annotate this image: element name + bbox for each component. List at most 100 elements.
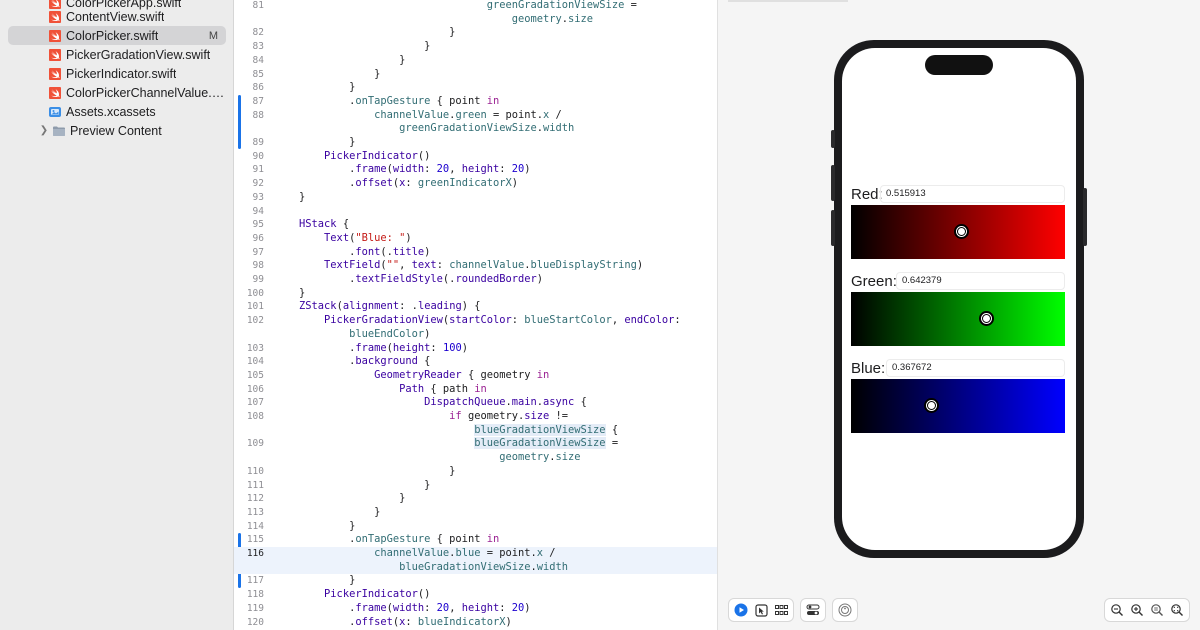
file-item[interactable]: ColorPickerChannelValue.s... xyxy=(8,83,226,102)
code-line[interactable]: 81 greenGradationViewSize = xyxy=(234,0,717,13)
code-line[interactable]: 85 } xyxy=(234,68,717,82)
code-line[interactable]: 88 channelValue.green = point.x / xyxy=(234,109,717,123)
code-line[interactable]: 94 xyxy=(234,205,717,219)
red-value-field[interactable]: 0.515913 xyxy=(880,185,1065,203)
code-line[interactable]: 91 .frame(width: 20, height: 20) xyxy=(234,163,717,177)
code-line[interactable]: 99 .textFieldStyle(.roundedBorder) xyxy=(234,273,717,287)
green-gradation-view[interactable] xyxy=(851,292,1065,346)
file-item[interactable]: PickerIndicator.swift xyxy=(8,64,226,83)
code-line[interactable]: 103 .frame(height: 100) xyxy=(234,341,717,356)
code-line[interactable]: 115 .onTapGesture { point in xyxy=(234,533,717,547)
code-text: } xyxy=(274,26,456,39)
zoom-in-icon[interactable] xyxy=(1129,602,1145,618)
code-line[interactable]: 86 } xyxy=(234,81,717,95)
blue-gradation-view[interactable] xyxy=(851,379,1065,433)
code-text: blueGradationViewSize = xyxy=(474,437,619,450)
code-line[interactable]: 107 DispatchQueue.main.async { xyxy=(234,396,717,410)
code-line[interactable]: 116 channelValue.blue = point.x / xyxy=(234,547,717,561)
code-line[interactable]: greenGradationViewSize.width xyxy=(234,122,717,136)
code-line[interactable]: blueGradationViewSize { xyxy=(234,423,717,438)
code-line[interactable]: geometry.size xyxy=(234,451,717,465)
swift-file-icon xyxy=(48,48,62,62)
code-line[interactable]: 83 } xyxy=(234,40,717,54)
code-line[interactable]: 119 .frame(width: 20, height: 20) xyxy=(234,602,717,616)
disclosure-chevron-icon[interactable]: ❯ xyxy=(36,125,52,136)
code-text: geometry.size xyxy=(499,451,581,464)
code-line[interactable]: 98 TextField("", text: channelValue.blue… xyxy=(234,259,717,273)
green-value-field[interactable]: 0.642379 xyxy=(896,272,1065,290)
line-number: 118 xyxy=(246,589,264,601)
code-line[interactable]: 112 } xyxy=(234,492,717,506)
code-line[interactable]: 108 if geometry.size != xyxy=(234,410,717,424)
file-item[interactable]: ❯ Preview Content xyxy=(8,121,226,140)
swift-file-icon xyxy=(48,29,62,43)
line-number: 97 xyxy=(252,246,264,258)
code-line[interactable]: 96 Text("Blue: ") xyxy=(234,232,717,246)
code-text: ZStack(alignment: .leading) { xyxy=(299,300,481,313)
swift-file-icon xyxy=(48,67,62,81)
code-line[interactable]: 118 PickerIndicator() xyxy=(234,588,717,602)
variants-grid-icon[interactable] xyxy=(773,602,789,618)
code-line[interactable]: 93 } xyxy=(234,191,717,205)
code-line[interactable]: 84 } xyxy=(234,54,717,68)
file-name: ColorPickerChannelValue.s... xyxy=(66,85,226,100)
code-line[interactable]: 117 } xyxy=(234,574,717,588)
code-text: } xyxy=(274,492,406,505)
line-number: 89 xyxy=(252,137,264,148)
red-gradation-view[interactable] xyxy=(851,205,1065,259)
play-icon[interactable] xyxy=(733,602,749,618)
code-line[interactable]: blueEndColor) xyxy=(234,328,717,342)
code-line[interactable]: 95 HStack { xyxy=(234,218,717,232)
code-line[interactable]: blueGradationViewSize.width xyxy=(234,560,717,575)
code-line[interactable]: 90 PickerIndicator() xyxy=(234,150,717,164)
green-picker-indicator[interactable] xyxy=(979,311,994,326)
code-line[interactable]: 101 ZStack(alignment: .leading) { xyxy=(234,300,717,314)
zoom-fit-icon[interactable] xyxy=(1169,602,1185,618)
file-item[interactable]: Assets.xcassets xyxy=(8,102,226,121)
file-item[interactable]: ColorPicker.swift M xyxy=(8,26,226,45)
file-item[interactable]: ContentView.swift xyxy=(8,7,226,26)
blue-value-field[interactable]: 0.367672 xyxy=(886,359,1065,377)
line-number: 84 xyxy=(252,54,264,66)
iphone-preview-frame: Red: 0.515913 Green: 0.642379 Blue: 0.367672 xyxy=(831,40,1087,558)
code-line[interactable]: geometry.size xyxy=(234,13,717,27)
blue-picker-indicator[interactable] xyxy=(924,398,939,413)
code-line[interactable]: 100 } xyxy=(234,287,717,301)
code-line[interactable]: 120 .offset(x: blueIndicatorX) xyxy=(234,616,717,630)
code-line[interactable]: 106 Path { path in xyxy=(234,383,717,397)
code-line[interactable]: 89 } xyxy=(234,136,717,150)
code-line[interactable]: 97 .font(.title) xyxy=(234,246,717,260)
code-text: blueGradationViewSize.width xyxy=(399,560,569,573)
red-picker-indicator[interactable] xyxy=(954,224,969,239)
code-line[interactable]: 104 .background { xyxy=(234,355,717,369)
line-number: 114 xyxy=(246,520,264,532)
code-line[interactable]: 82 } xyxy=(234,26,717,40)
line-number: 106 xyxy=(246,383,264,395)
zoom-out-icon[interactable] xyxy=(1109,602,1125,618)
line-number: 103 xyxy=(246,342,264,354)
code-text: channelValue.blue = point.x / xyxy=(374,547,556,559)
code-line[interactable]: 109 blueGradationViewSize = xyxy=(234,437,717,451)
selectable-icon[interactable] xyxy=(753,602,769,618)
red-channel-label: Red: xyxy=(851,186,883,203)
code-line[interactable]: 110 } xyxy=(234,465,717,479)
phone-volume-down-button xyxy=(831,210,835,246)
code-line[interactable]: 111 } xyxy=(234,479,717,493)
code-text: GeometryReader { geometry in xyxy=(374,368,550,381)
zoom-100-icon[interactable] xyxy=(1149,602,1165,618)
code-editor[interactable]: 81 greenGradationViewSize = geometry.siz… xyxy=(234,0,718,630)
preview-mode-controls xyxy=(728,598,794,622)
line-number: 95 xyxy=(252,219,264,231)
code-text: .frame(height: 100) xyxy=(274,341,468,354)
device-settings-icon[interactable] xyxy=(805,602,821,618)
code-line[interactable]: 87 .onTapGesture { point in xyxy=(234,95,717,109)
line-number: 107 xyxy=(246,397,264,409)
accessibility-icon[interactable] xyxy=(837,602,853,618)
code-line[interactable]: 102 PickerGradationView(startColor: blue… xyxy=(234,314,717,328)
code-line[interactable]: 105 GeometryReader { geometry in xyxy=(234,368,717,383)
code-line[interactable]: 113 } xyxy=(234,506,717,520)
code-line[interactable]: 114 } xyxy=(234,520,717,534)
file-item[interactable]: PickerGradationView.swift xyxy=(8,45,226,64)
code-line[interactable]: 92 .offset(x: greenIndicatorX) xyxy=(234,177,717,191)
line-number: 99 xyxy=(252,274,264,285)
